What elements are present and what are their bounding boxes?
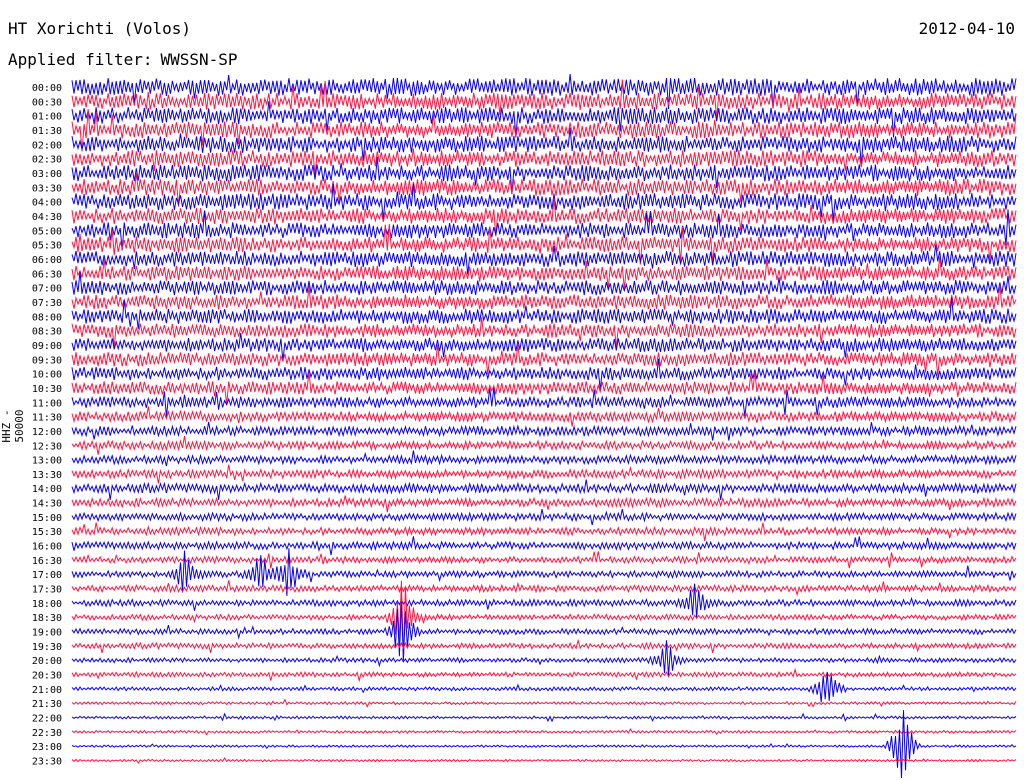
time-label: 03:00	[32, 169, 62, 180]
trace-line	[71, 450, 1017, 467]
time-label: 00:00	[32, 83, 62, 94]
trace-line	[71, 638, 1017, 654]
time-label: 15:30	[32, 527, 62, 538]
time-label: 21:00	[32, 685, 62, 696]
time-label: 07:00	[32, 284, 62, 295]
time-label: 00:30	[32, 97, 62, 108]
time-label: 12:30	[32, 441, 62, 452]
time-label: 20:00	[32, 656, 62, 667]
time-label: 19:00	[32, 628, 62, 639]
trace-line	[71, 333, 1017, 362]
time-label: 07:30	[32, 298, 62, 309]
trace-line	[71, 464, 1017, 484]
time-label: 02:00	[32, 140, 62, 151]
trace-line	[71, 728, 1017, 736]
time-label: 05:30	[32, 241, 62, 252]
trace-line	[71, 757, 1017, 764]
time-label: 04:00	[32, 198, 62, 209]
time-labels: 00:00 00:30 01:00 01:30 02:00 02:30 03:00 03:30…	[32, 83, 62, 768]
trace-line	[71, 536, 1017, 556]
time-label: 11:00	[32, 398, 62, 409]
trace-line	[71, 244, 1017, 275]
trace-line	[71, 601, 1017, 660]
time-label: 19:30	[32, 642, 62, 653]
traces	[71, 73, 1017, 779]
time-label: 09:00	[32, 341, 62, 352]
trace-line	[71, 712, 1017, 723]
time-label: 08:00	[32, 312, 62, 323]
time-label: 21:30	[32, 699, 62, 710]
time-label: 23:30	[32, 757, 62, 768]
time-label: 03:30	[32, 183, 62, 194]
trace-line	[71, 508, 1017, 526]
time-label: 01:00	[32, 112, 62, 123]
time-label: 13:00	[32, 456, 62, 467]
trace-line	[71, 698, 1017, 708]
trace-line	[71, 436, 1017, 455]
time-label: 23:00	[32, 742, 62, 753]
trace-line	[71, 551, 1017, 569]
time-label: 22:30	[32, 728, 62, 739]
trace-line	[71, 479, 1017, 500]
time-label: 20:30	[32, 671, 62, 682]
time-label: 17:00	[32, 570, 62, 581]
time-label: 16:30	[32, 556, 62, 567]
time-label: 18:00	[32, 599, 62, 610]
time-label: 02:30	[32, 155, 62, 166]
time-label: 11:30	[32, 413, 62, 424]
time-label: 22:00	[32, 714, 62, 725]
trace-line	[71, 421, 1017, 441]
time-label: 15:00	[32, 513, 62, 524]
time-label: 10:00	[32, 370, 62, 381]
trace-line	[71, 580, 1017, 662]
time-label: 09:30	[32, 355, 62, 366]
trace-line	[71, 406, 1017, 427]
time-label: 06:30	[32, 269, 62, 280]
time-label: 16:00	[32, 542, 62, 553]
trace-line	[71, 580, 1017, 597]
time-label: 01:30	[32, 126, 62, 137]
trace-line	[71, 495, 1017, 513]
time-label: 18:30	[32, 613, 62, 624]
trace-line	[71, 522, 1017, 541]
time-label: 06:00	[32, 255, 62, 266]
time-label: 04:30	[32, 212, 62, 223]
time-label: 05:00	[32, 226, 62, 237]
time-label: 12:00	[32, 427, 62, 438]
time-label: 14:30	[32, 499, 62, 510]
helicorder-chart: 00:00 00:30 01:00 01:30 02:00 02:30 03:00 03:30…	[32, 73, 1017, 779]
time-label: 14:00	[32, 484, 62, 495]
time-label: 08:30	[32, 327, 62, 338]
time-label: 10:30	[32, 384, 62, 395]
time-label: 17:30	[32, 585, 62, 596]
time-label: 13:30	[32, 470, 62, 481]
trace-line	[71, 710, 1017, 779]
trace-line	[71, 667, 1017, 683]
